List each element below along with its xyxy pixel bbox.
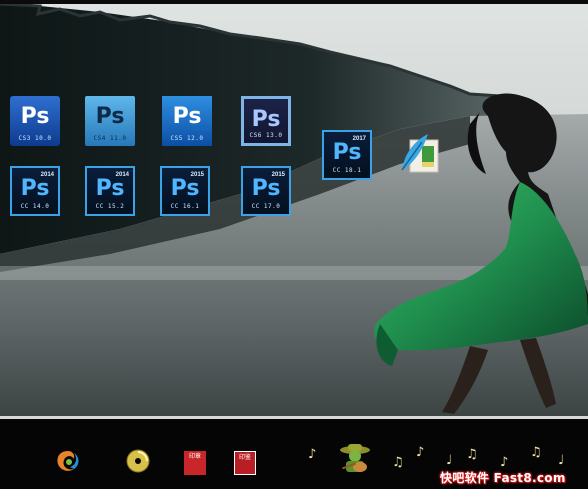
photoshop-cs6-icon[interactable]: Ps CS6 13.0 <box>241 96 291 146</box>
music-note: ♩ <box>446 453 453 468</box>
version-label: CC 14.0 <box>20 203 50 210</box>
version-label: CS5 12.0 <box>170 135 204 142</box>
top-edge <box>0 0 588 4</box>
version-label: CC 18.1 <box>332 167 362 174</box>
ps-logo-text: Ps <box>332 140 362 165</box>
feather-icon <box>401 134 439 173</box>
cowboy-guitar-icon <box>340 444 370 472</box>
music-note: ♫ <box>392 455 404 470</box>
cd-disc-icon[interactable] <box>124 447 152 475</box>
version-label: CC 17.0 <box>251 203 281 210</box>
ps-logo-text: Ps <box>170 176 200 201</box>
desktop-screen: Ps CS3 10.0 Ps CS4 11.0 Ps CS5 12.0 Ps C… <box>0 0 588 489</box>
feather-image-editor-icon[interactable] <box>398 132 440 174</box>
site-watermark: 快吧软件 Fast8.com <box>440 471 566 485</box>
photoshop-cs5-icon[interactable]: Ps CS5 12.0 <box>162 96 212 146</box>
music-note: ♪ <box>500 455 509 470</box>
swirl-logo-icon <box>57 451 79 471</box>
version-label: CS6 13.0 <box>249 132 283 139</box>
music-note: ♪ <box>416 445 425 460</box>
photoshop-cs4-icon[interactable]: Ps CS4 11.0 <box>85 96 135 146</box>
ps-logo-text: Ps <box>95 176 125 201</box>
music-note: ♫ <box>466 447 478 462</box>
music-note: ♫ <box>530 445 542 460</box>
ps-logo-text: Ps <box>251 176 281 201</box>
ps-logo-text: Ps <box>20 176 50 201</box>
photoshop-cs3-icon[interactable]: Ps CS3 10.0 <box>10 96 60 146</box>
ps-logo-text: Ps <box>172 104 202 129</box>
photoshop-cc-2014-2-icon[interactable]: 2014 Ps CC 15.2 <box>85 166 135 216</box>
music-note: ♩ <box>558 453 565 468</box>
red-seal-icon[interactable]: 印章 <box>184 451 206 475</box>
photoshop-cc-2017-icon[interactable]: 2017 Ps CC 18.1 <box>322 130 372 180</box>
cowboy-guitar-icon[interactable] <box>338 441 372 475</box>
photoshop-cc-2015-2-icon[interactable]: 2015 Ps CC 17.0 <box>241 166 291 216</box>
version-label: CS4 11.0 <box>93 135 127 142</box>
ps-logo-text: Ps <box>251 107 281 132</box>
ps-logo-text: Ps <box>20 104 50 129</box>
music-note: ♪ <box>308 447 317 462</box>
photoshop-cc-2014-icon[interactable]: 2014 Ps CC 14.0 <box>10 166 60 216</box>
version-label: CS3 10.0 <box>18 135 52 142</box>
version-label: CC 16.1 <box>170 203 200 210</box>
ps-logo-text: Ps <box>95 104 125 129</box>
swirl-logo-icon[interactable] <box>54 447 82 475</box>
photoshop-cc-2015-icon[interactable]: 2015 Ps CC 16.1 <box>160 166 210 216</box>
taskbar: 印章 印鉴 ♪ ♫ ♪ ♩ ♫ ♪ ♫ ♩ 快吧软件 Fast8.com <box>0 416 588 489</box>
red-seal-icon-2[interactable]: 印鉴 <box>234 451 256 475</box>
cd-disc-icon <box>126 449 150 473</box>
version-label: CC 15.2 <box>95 203 125 210</box>
